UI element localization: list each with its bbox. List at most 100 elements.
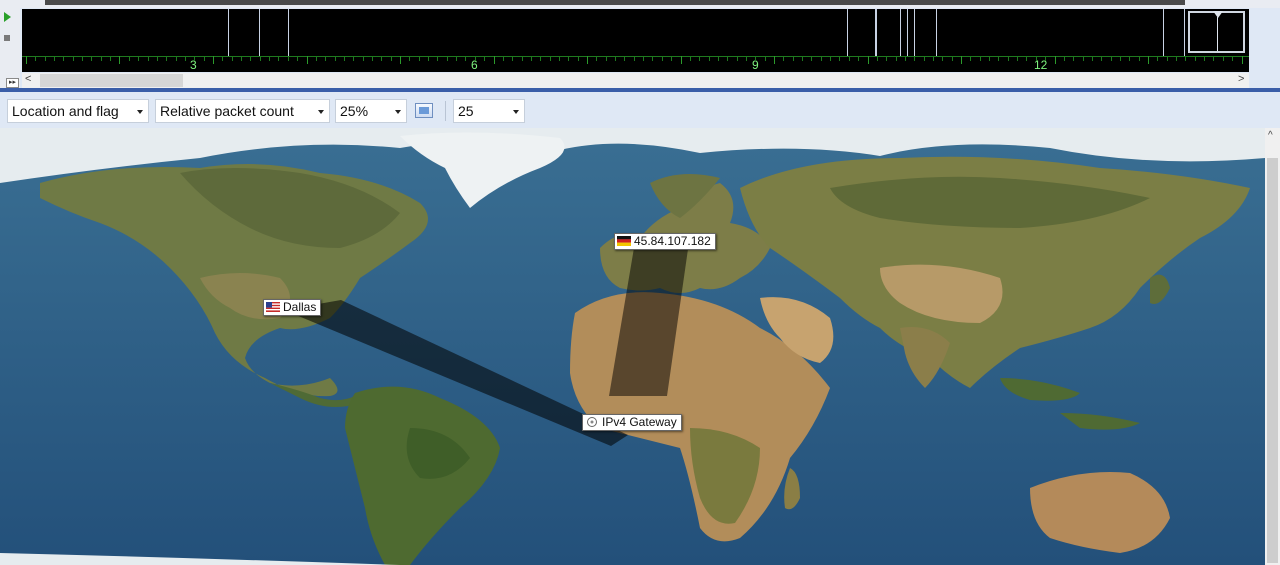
top-scroll-track[interactable]: [45, 0, 1185, 5]
axis-tick: [727, 56, 728, 61]
axis-tick: [1036, 56, 1037, 61]
axis-tick: [288, 56, 289, 61]
axis-tick: [194, 56, 195, 61]
axis-tick: [662, 56, 663, 61]
metric-select[interactable]: Relative packet count: [155, 99, 330, 123]
axis-tick: [176, 56, 177, 61]
axis-tick: [914, 56, 915, 61]
axis-tick: [250, 56, 251, 61]
node-label-germany-ip[interactable]: 45.84.107.182: [614, 233, 716, 250]
axis-tick: [970, 56, 971, 61]
axis-tick: [1139, 56, 1140, 61]
axis-tick: [989, 56, 990, 61]
axis-tick: [503, 56, 504, 61]
timeline-event: [1163, 9, 1164, 56]
axis-tick: [858, 56, 859, 61]
axis-tick: [166, 56, 167, 61]
axis-tick: [671, 56, 672, 61]
axis-tick: [372, 56, 373, 61]
axis-tick: [148, 56, 149, 61]
timeline-event: [1184, 9, 1185, 56]
axis-tick: [615, 56, 616, 61]
axis-tick: [335, 56, 336, 61]
axis-tick: [578, 56, 579, 61]
timeline-scrollbar[interactable]: < >: [22, 73, 1249, 88]
scroll-right-icon[interactable]: >: [1238, 73, 1244, 85]
axis-tick: [1017, 56, 1018, 61]
axis-tick: [634, 56, 635, 61]
axis-tick: [278, 56, 279, 61]
axis-tick: [1195, 56, 1196, 61]
axis-tick: [344, 56, 345, 61]
timeline-event: [875, 9, 877, 56]
axis-tick: [896, 56, 897, 61]
axis-tick: [391, 56, 392, 61]
chevron-down-icon: [513, 110, 519, 114]
timeline-scroll-thumb[interactable]: [40, 74, 183, 87]
collapse-timeline-icon[interactable]: ▸▸: [6, 78, 19, 88]
axis-tick: [877, 56, 878, 61]
packet-timeline[interactable]: 3 6 9 12: [22, 9, 1249, 72]
axis-tick: [802, 56, 803, 61]
axis-tick: [531, 56, 532, 61]
node-label-dallas[interactable]: Dallas: [263, 299, 322, 316]
axis-tick: [933, 56, 934, 61]
axis-tick: [1045, 56, 1046, 61]
axis-tick: [596, 56, 597, 61]
axis-tick: [222, 56, 223, 61]
opacity-value: 25%: [340, 103, 369, 119]
timeline-controls: ▸▸: [0, 8, 20, 90]
axis-tick: [138, 56, 139, 61]
limit-select[interactable]: 25: [453, 99, 525, 123]
axis-tick: [297, 56, 298, 61]
world-map[interactable]: Dallas 45.84.107.182 IPv4 Gateway: [0, 128, 1265, 565]
timeline-event: [847, 9, 848, 56]
axis-tick: [1120, 56, 1121, 61]
axis-tick: [811, 56, 812, 61]
axis-tick: [232, 56, 233, 61]
play-icon[interactable]: [4, 12, 11, 22]
timeline-viewport-selector[interactable]: [1188, 11, 1245, 53]
timeline-event: [228, 9, 229, 56]
us-flag-icon: [266, 301, 280, 312]
layers-settings-icon[interactable]: [415, 103, 433, 118]
axis-tick: [129, 56, 130, 61]
axis-tick: [1223, 56, 1224, 61]
axis-tick: [91, 56, 92, 61]
top-scroll-bar[interactable]: [0, 0, 1280, 8]
limit-value: 25: [458, 103, 474, 119]
axis-tick: [1242, 56, 1243, 64]
axis-tick: [325, 56, 326, 61]
stop-icon[interactable]: [4, 35, 10, 41]
axis-tick: [204, 56, 205, 61]
axis-tick: [737, 56, 738, 61]
axis-tick: [830, 56, 831, 61]
view-mode-select[interactable]: Location and flag: [7, 99, 149, 123]
map-vertical-scrollbar[interactable]: ^: [1265, 128, 1280, 565]
map-scroll-thumb[interactable]: [1267, 158, 1278, 563]
timeline-axis: 3 6 9 12: [22, 56, 1249, 72]
node-label-gateway[interactable]: IPv4 Gateway: [582, 414, 682, 431]
axis-tick: [494, 56, 495, 64]
scroll-left-icon[interactable]: <: [25, 73, 31, 85]
axis-tick: [961, 56, 962, 64]
axis-tick: [839, 56, 840, 61]
axis-tick: [568, 56, 569, 61]
axis-tick: [606, 56, 607, 61]
scroll-up-icon[interactable]: ^: [1268, 130, 1273, 141]
timeline-event: [900, 9, 901, 56]
axis-tick: [45, 56, 46, 61]
axis-tick: [1232, 56, 1233, 61]
metric-value: Relative packet count: [160, 103, 294, 119]
axis-tick: [952, 56, 953, 61]
opacity-select[interactable]: 25%: [335, 99, 407, 123]
timeline-event: [936, 9, 937, 56]
axis-tick: [35, 56, 36, 61]
axis-tick: [980, 56, 981, 61]
axis-tick: [456, 56, 457, 61]
axis-tick: [624, 56, 625, 61]
chevron-down-icon: [137, 110, 143, 114]
view-mode-value: Location and flag: [12, 103, 119, 119]
axis-tick: [905, 56, 906, 61]
axis-tick: [1176, 56, 1177, 61]
